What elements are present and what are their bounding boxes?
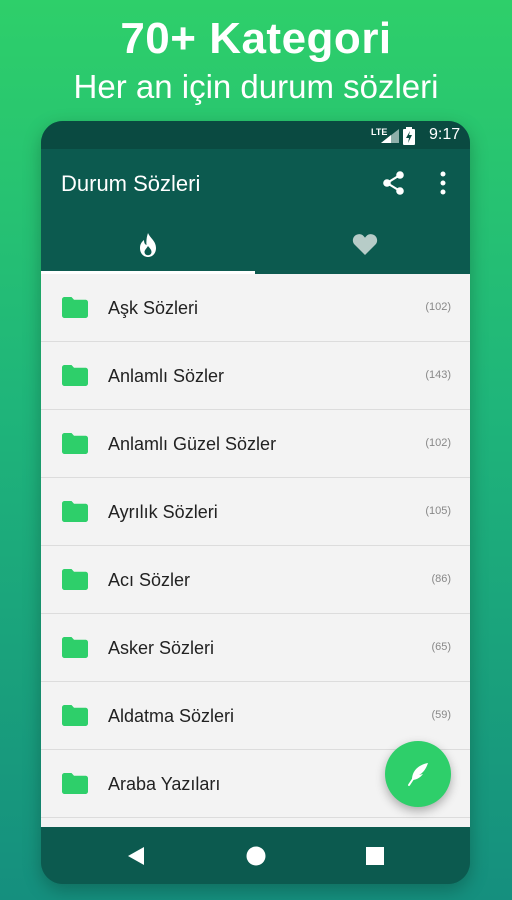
category-label: Aldatma Sözleri — [108, 706, 235, 726]
app-title: Durum Sözleri — [61, 171, 201, 196]
category-label: Aşk Sözleri — [108, 298, 199, 318]
back-triangle-icon — [128, 847, 144, 865]
category-item[interactable]: Aldatma Sözleri (59) — [41, 682, 470, 750]
folder-icon — [62, 773, 88, 794]
category-item[interactable]: Anlamlı Sözler (143) — [41, 342, 470, 410]
category-count: (59) — [431, 709, 451, 721]
category-count: (86) — [431, 573, 451, 585]
share-icon — [383, 171, 404, 195]
category-label: Araba Yazıları — [108, 774, 221, 794]
category-item[interactable]: Aşk Sözleri (102) — [41, 274, 470, 342]
tab-popular[interactable] — [41, 219, 255, 274]
signal-icon — [381, 129, 399, 148]
battery-charging-icon — [403, 127, 415, 150]
category-count: (102) — [425, 437, 451, 449]
heart-icon — [352, 234, 378, 255]
compose-fab[interactable] — [385, 741, 451, 807]
flame-icon — [140, 233, 156, 257]
navigation-bar — [41, 827, 470, 884]
folder-icon — [62, 501, 88, 522]
home-button[interactable] — [246, 846, 266, 871]
category-label: Asker Sözleri — [108, 638, 215, 658]
share-button[interactable] — [381, 170, 407, 196]
status-time: 9:17 — [429, 126, 461, 143]
category-item[interactable]: Asker Sözleri (65) — [41, 614, 470, 682]
category-count: (102) — [425, 301, 451, 313]
folder-icon — [62, 569, 88, 590]
category-label: Anlamlı Sözler — [108, 366, 225, 386]
back-button[interactable] — [127, 846, 145, 871]
category-label: Ayrılık Sözleri — [108, 502, 218, 522]
folder-icon — [62, 637, 88, 658]
category-label: Acı Sözler — [108, 570, 191, 590]
folder-icon — [62, 433, 88, 454]
more-options-button[interactable] — [435, 169, 451, 197]
recents-square-icon — [366, 847, 384, 865]
category-item[interactable]: Anlamlı Güzel Sözler (102) — [41, 410, 470, 478]
folder-icon — [62, 705, 88, 726]
category-count: (65) — [431, 641, 451, 653]
folder-icon — [62, 297, 88, 318]
feather-icon — [408, 763, 428, 786]
more-vert-icon — [440, 171, 446, 195]
phone-frame: LTE 9:17 Durum Sözleri Aşk Sözleri (102)… — [41, 121, 470, 884]
promo-subtitle: Her an için durum sözleri — [73, 68, 439, 105]
tab-bar — [41, 219, 470, 274]
category-count: (105) — [425, 505, 451, 517]
category-item[interactable]: Ayrılık Sözleri (105) — [41, 478, 470, 546]
status-bar: LTE 9:17 — [41, 121, 470, 149]
home-circle-icon — [246, 846, 266, 866]
tab-favorites[interactable] — [256, 219, 470, 274]
app-bar: Durum Sözleri — [41, 149, 470, 219]
category-item[interactable]: Acı Sözler (86) — [41, 546, 470, 614]
recents-button[interactable] — [366, 847, 384, 870]
folder-icon — [62, 365, 88, 386]
category-count: (143) — [425, 369, 451, 381]
promo-title: 70+ Kategori — [120, 14, 392, 63]
category-label: Anlamlı Güzel Sözler — [108, 434, 277, 454]
